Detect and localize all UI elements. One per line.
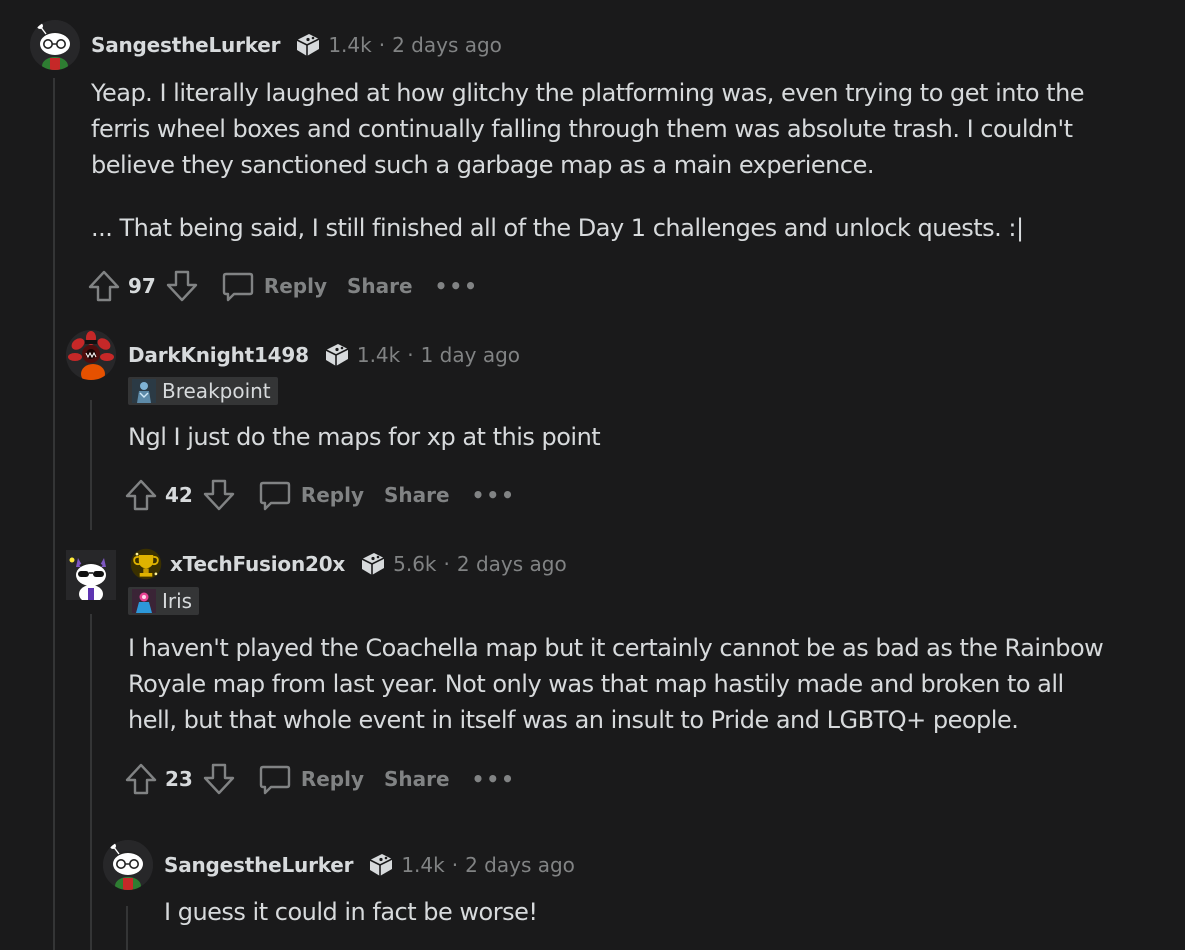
- reply-label: Reply: [263, 274, 328, 298]
- comment-timestamp[interactable]: 2 days ago: [392, 33, 502, 57]
- karma-icon: [359, 550, 387, 578]
- karma-count: 5.6k: [393, 552, 437, 576]
- trophy-icon: [128, 546, 164, 582]
- upvote-icon[interactable]: [123, 477, 159, 513]
- comment-bubble-icon: [257, 477, 293, 513]
- comment-meta: SangestheLurker 1.4k · 2 days ago: [164, 850, 575, 880]
- karma-icon: [294, 31, 322, 59]
- thread-line-level-2a[interactable]: [90, 400, 92, 530]
- comment-meta: SangestheLurker 1.4k · 2 days ago: [91, 30, 502, 60]
- username-link[interactable]: SangestheLurker: [164, 853, 354, 877]
- karma-icon: [367, 851, 395, 879]
- demogorgon-avatar-icon: [66, 330, 116, 380]
- upvote-icon[interactable]: [123, 761, 159, 797]
- user-flair: Breakpoint: [128, 377, 278, 405]
- snoo-avatar-icon: [66, 550, 116, 600]
- comment-paragraph: I guess it could in fact be worse!: [164, 898, 538, 926]
- breakpoint-skin-icon: [132, 379, 156, 403]
- iris-skin-icon: [132, 589, 156, 613]
- reply-button[interactable]: Reply: [257, 761, 364, 797]
- comment-paragraph: Ngl I just do the maps for xp at this po…: [128, 423, 601, 451]
- snoo-avatar-icon: [103, 840, 153, 890]
- avatar[interactable]: [30, 20, 80, 70]
- username-link[interactable]: SangestheLurker: [91, 33, 281, 57]
- username-link[interactable]: DarkKnight1498: [128, 343, 309, 367]
- avatar[interactable]: [66, 546, 116, 604]
- comment-body: I haven't played the Coachella map but i…: [128, 630, 1118, 738]
- comment-timestamp[interactable]: 2 days ago: [465, 853, 575, 877]
- comment-paragraph: Yeap. I literally laughed at how glitchy…: [91, 79, 1085, 179]
- karma-count: 1.4k: [401, 853, 445, 877]
- more-options-button[interactable]: •••: [435, 274, 479, 298]
- reply-label: Reply: [300, 767, 365, 791]
- downvote-icon[interactable]: [201, 477, 237, 513]
- more-options-button[interactable]: •••: [472, 767, 516, 791]
- avatar[interactable]: [66, 330, 116, 380]
- comment-body: I guess it could in fact be worse!: [164, 894, 1104, 930]
- comment-body: Ngl I just do the maps for xp at this po…: [128, 419, 1098, 455]
- comment-body: Yeap. I literally laughed at how glitchy…: [91, 75, 1101, 246]
- comment-timestamp[interactable]: 1 day ago: [421, 343, 520, 367]
- user-flair: Iris: [128, 587, 200, 615]
- comment-paragraph: I haven't played the Coachella map but i…: [128, 634, 1104, 734]
- snoo-avatar-icon: [30, 20, 80, 70]
- thread-line-level-2b[interactable]: [90, 614, 92, 950]
- thread-line-level-1[interactable]: [53, 78, 55, 950]
- comment-paragraph: ... That being said, I still finished al…: [91, 214, 1024, 242]
- avatar[interactable]: [103, 840, 153, 890]
- meta-separator: ·: [451, 853, 459, 877]
- comment-actions: 97 Reply Share •••: [86, 266, 479, 306]
- reply-button[interactable]: Reply: [257, 477, 364, 513]
- comment-actions: 42 Reply Share •••: [123, 475, 516, 515]
- karma-icon: [323, 341, 351, 369]
- karma-count: 1.4k: [328, 33, 372, 57]
- comment-meta: DarkKnight1498 1.4k · 1 day ago: [128, 340, 520, 370]
- flair-label: Breakpoint: [162, 379, 271, 403]
- downvote-icon[interactable]: [201, 761, 237, 797]
- downvote-icon[interactable]: [164, 268, 200, 304]
- comment-bubble-icon: [220, 268, 256, 304]
- vote-score: 42: [165, 483, 193, 507]
- comment-actions: 23 Reply Share •••: [123, 759, 516, 799]
- share-button[interactable]: Share: [384, 483, 450, 507]
- meta-separator: ·: [407, 343, 414, 367]
- share-button[interactable]: Share: [347, 274, 413, 298]
- reply-label: Reply: [300, 483, 365, 507]
- username-link[interactable]: xTechFusion20x: [170, 552, 345, 576]
- flair-label: Iris: [162, 589, 193, 613]
- comment-timestamp[interactable]: 2 days ago: [457, 552, 567, 576]
- meta-separator: ·: [378, 33, 386, 57]
- comment-meta: xTechFusion20x 5.6k · 2 days ago: [128, 549, 567, 579]
- more-options-button[interactable]: •••: [472, 483, 516, 507]
- vote-score: 23: [165, 767, 193, 791]
- reply-button[interactable]: Reply: [220, 268, 327, 304]
- karma-count: 1.4k: [356, 343, 401, 367]
- upvote-icon[interactable]: [86, 268, 122, 304]
- meta-separator: ·: [443, 552, 450, 576]
- vote-score: 97: [128, 274, 156, 298]
- comment-bubble-icon: [257, 761, 293, 797]
- share-button[interactable]: Share: [384, 767, 450, 791]
- thread-line-level-3[interactable]: [126, 906, 128, 950]
